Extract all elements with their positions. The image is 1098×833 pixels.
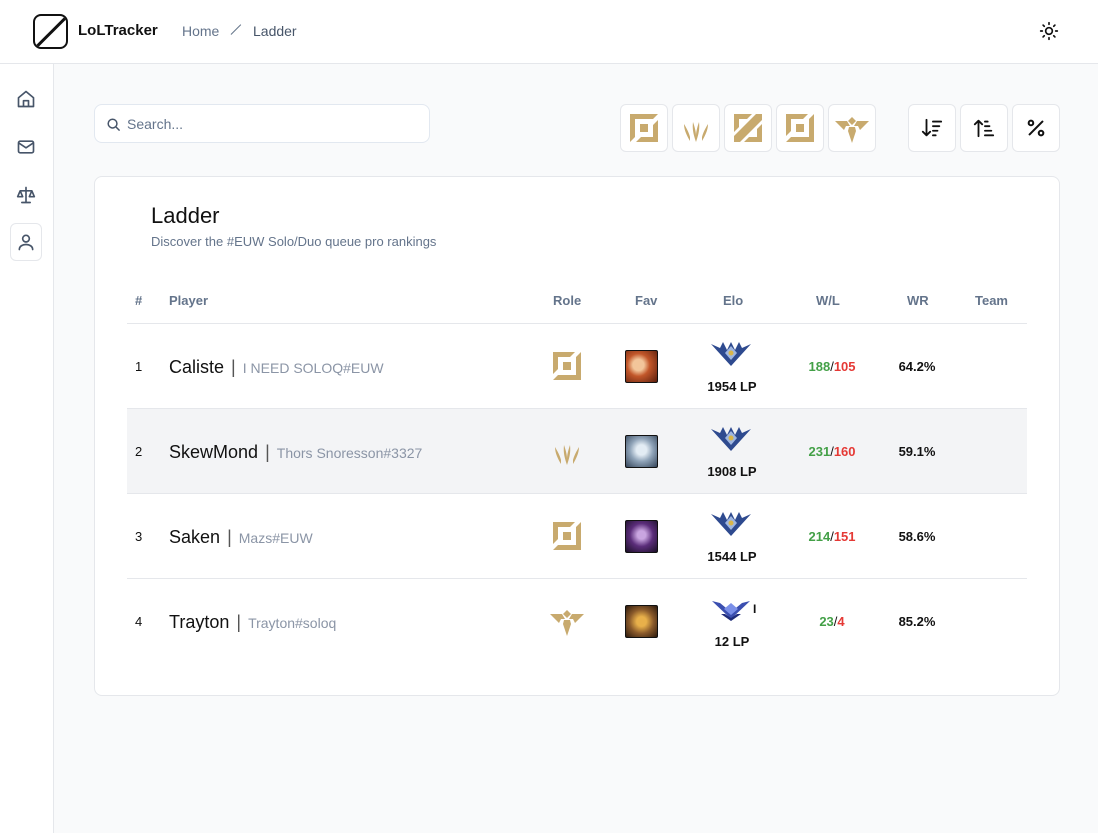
col-header-role[interactable]: Role bbox=[553, 293, 581, 308]
challenger-emblem-icon bbox=[711, 512, 751, 536]
rank-cell: 4 bbox=[135, 614, 143, 629]
sort-ascending-button[interactable] bbox=[960, 104, 1008, 152]
sun-icon[interactable] bbox=[1037, 19, 1061, 43]
col-header-wr[interactable]: WR bbox=[907, 293, 929, 308]
support-role-icon bbox=[835, 117, 869, 143]
champion-portrait bbox=[625, 350, 658, 383]
sort-ascending-icon bbox=[973, 119, 995, 138]
losses: 160 bbox=[833, 444, 856, 459]
table-row[interactable]: 1 Caliste | I NEED SOLOQ#EUW 1954 LP 188… bbox=[127, 324, 1027, 409]
bottom-role-icon bbox=[547, 349, 587, 383]
sidebar-item-home[interactable] bbox=[10, 80, 42, 118]
filter-bottom-button[interactable] bbox=[776, 104, 824, 152]
wins: 231 bbox=[808, 444, 831, 459]
percent-icon bbox=[1027, 119, 1045, 137]
champion-portrait bbox=[625, 435, 658, 468]
support-role-icon bbox=[547, 604, 587, 638]
col-header-wl[interactable]: W/L bbox=[816, 293, 840, 308]
lp-value: 1954 LP bbox=[707, 379, 757, 394]
winrate: 64.2% bbox=[898, 359, 936, 374]
wins: 214 bbox=[808, 529, 831, 544]
challenger-emblem-icon bbox=[711, 427, 751, 451]
player-gamename: Trayton bbox=[169, 612, 230, 632]
sidebar bbox=[0, 64, 54, 833]
col-header-player[interactable]: Player bbox=[169, 293, 208, 308]
bottom-role-icon bbox=[547, 519, 587, 553]
champion-portrait bbox=[625, 605, 658, 638]
page-title: Ladder bbox=[151, 203, 220, 228]
sort-winrate-button[interactable] bbox=[1012, 104, 1060, 152]
jungle-role-icon bbox=[547, 434, 587, 468]
wins: 188 bbox=[808, 359, 831, 374]
user-icon bbox=[18, 234, 34, 251]
player-name[interactable]: Caliste | I NEED SOLOQ#EUW bbox=[169, 357, 384, 378]
riot-id: Mazs#EUW bbox=[238, 530, 313, 546]
sidebar-item-mail[interactable] bbox=[10, 128, 42, 166]
winrate: 85.2% bbox=[898, 614, 936, 629]
search-icon bbox=[107, 118, 120, 131]
challenger-emblem-icon bbox=[711, 342, 751, 366]
sidebar-item-profile[interactable] bbox=[10, 223, 42, 261]
col-header-team[interactable]: Team bbox=[975, 293, 1008, 308]
diamond-emblem-icon bbox=[712, 601, 750, 621]
wins: 23 bbox=[819, 614, 834, 629]
champion-portrait bbox=[625, 520, 658, 553]
mail-icon bbox=[17, 140, 35, 154]
top-role-icon bbox=[630, 114, 658, 142]
player-name[interactable]: SkewMond | Thors Snoresson#3327 bbox=[169, 442, 422, 463]
rank-cell: 3 bbox=[135, 529, 143, 544]
win-loss: 231/160 bbox=[808, 444, 856, 459]
search-input[interactable] bbox=[127, 113, 417, 135]
winrate: 58.6% bbox=[898, 529, 936, 544]
lp-value: 12 LP bbox=[714, 634, 750, 649]
scale-icon bbox=[16, 186, 36, 204]
winrate: 59.1% bbox=[898, 444, 936, 459]
lp-value: 1908 LP bbox=[707, 464, 757, 479]
losses: 4 bbox=[837, 614, 845, 629]
col-header-elo[interactable]: Elo bbox=[723, 293, 743, 308]
table-row[interactable]: 2 SkewMond | Thors Snoresson#3327 1908 L… bbox=[127, 409, 1027, 494]
breadcrumb-separator bbox=[230, 24, 242, 36]
breadcrumb-home[interactable]: Home bbox=[182, 23, 219, 39]
elo-division: I bbox=[753, 602, 757, 616]
top-header: LoLTracker Home Ladder bbox=[0, 0, 1098, 64]
sort-descending-icon bbox=[921, 118, 943, 137]
col-header-rank: # bbox=[135, 293, 143, 308]
filter-top-button[interactable] bbox=[620, 104, 668, 152]
sidebar-item-compare[interactable] bbox=[10, 176, 42, 214]
col-header-fav[interactable]: Fav bbox=[635, 293, 657, 308]
sort-descending-button[interactable] bbox=[908, 104, 956, 152]
rank-cell: 2 bbox=[135, 444, 143, 459]
losses: 105 bbox=[833, 359, 856, 374]
filter-mid-button[interactable] bbox=[724, 104, 772, 152]
riot-id: Trayton#soloq bbox=[248, 615, 337, 631]
player-name[interactable]: Saken | Mazs#EUW bbox=[169, 527, 313, 548]
mid-role-icon bbox=[734, 114, 762, 142]
table-row[interactable]: 4 Trayton | Trayton#soloq I 12 LP 23/4 8… bbox=[127, 579, 1027, 664]
player-name[interactable]: Trayton | Trayton#soloq bbox=[169, 612, 336, 633]
win-loss: 188/105 bbox=[808, 359, 856, 374]
riot-id: Thors Snoresson#3327 bbox=[276, 445, 423, 461]
jungle-role-icon bbox=[684, 122, 708, 142]
breadcrumb-current: Ladder bbox=[253, 23, 297, 39]
player-gamename: SkewMond bbox=[169, 442, 259, 462]
losses: 151 bbox=[833, 529, 856, 544]
rank-cell: 1 bbox=[135, 359, 143, 374]
filter-jungle-button[interactable] bbox=[672, 104, 720, 152]
search-box bbox=[94, 104, 430, 143]
home-icon bbox=[17, 90, 35, 108]
win-loss: 214/151 bbox=[808, 529, 856, 544]
riot-id: I NEED SOLOQ#EUW bbox=[242, 360, 384, 376]
bottom-role-icon bbox=[786, 114, 814, 142]
lp-value: 1544 LP bbox=[707, 549, 757, 564]
win-loss: 23/4 bbox=[819, 614, 845, 629]
ladder-card: Ladder Discover the #EUW Solo/Duo queue … bbox=[94, 176, 1060, 696]
player-gamename: Saken bbox=[169, 527, 221, 547]
logo-icon[interactable] bbox=[33, 14, 68, 49]
player-gamename: Caliste bbox=[169, 357, 225, 377]
table-row[interactable]: 3 Saken | Mazs#EUW 1544 LP 214/151 58.6% bbox=[127, 494, 1027, 579]
app-name[interactable]: LoLTracker bbox=[78, 22, 158, 39]
filter-support-button[interactable] bbox=[828, 104, 876, 152]
page-subtitle: Discover the #EUW Solo/Duo queue pro ran… bbox=[151, 234, 437, 249]
